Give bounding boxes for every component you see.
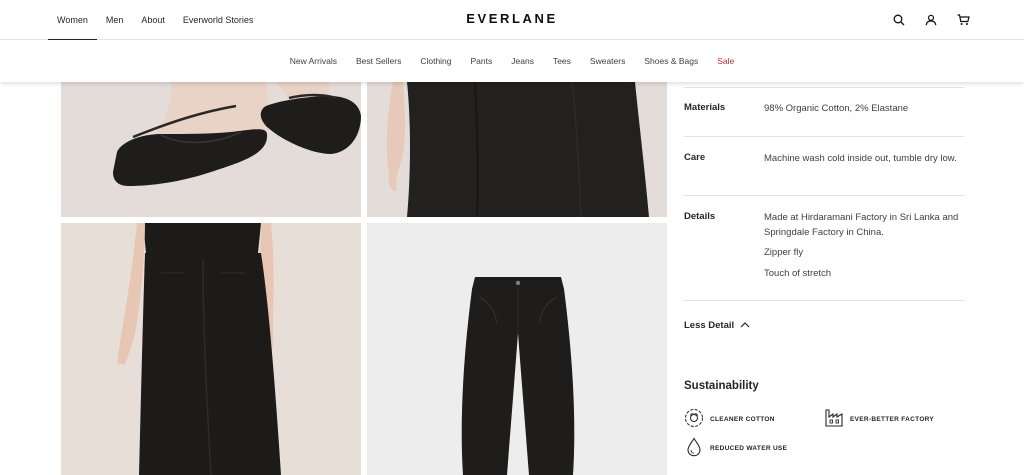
subnav-clothing[interactable]: Clothing bbox=[411, 56, 461, 66]
details-label: Details bbox=[684, 211, 716, 222]
chevron-up-icon bbox=[740, 320, 750, 331]
divider bbox=[684, 300, 964, 301]
primary-nav: Women Men About Everworld Stories bbox=[48, 0, 263, 41]
details-factory: Made at Hirdaramani Factory in Sri Lanka… bbox=[764, 212, 959, 238]
search-icon[interactable] bbox=[890, 11, 908, 29]
cotton-icon bbox=[684, 408, 704, 430]
subnav-sweaters[interactable]: Sweaters bbox=[580, 56, 634, 66]
top-header: Women Men About Everworld Stories EVERLA… bbox=[0, 0, 1024, 41]
divider bbox=[684, 87, 964, 88]
care-label: Care bbox=[684, 152, 706, 163]
sustainability-title: Sustainability bbox=[684, 380, 759, 392]
subnav-new-arrivals[interactable]: New Arrivals bbox=[280, 56, 346, 66]
cart-icon[interactable] bbox=[954, 11, 972, 29]
subnav-shoes-bags[interactable]: Shoes & Bags bbox=[635, 56, 708, 66]
nav-women[interactable]: Women bbox=[48, 0, 97, 41]
pants-closeup-photo[interactable] bbox=[367, 82, 667, 217]
factory-icon bbox=[824, 408, 844, 430]
subnav-sale[interactable]: Sale bbox=[708, 56, 744, 66]
care-value: Machine wash cold inside out, tumble dry… bbox=[764, 153, 957, 164]
water-drop-icon bbox=[684, 437, 704, 459]
less-detail-label: Less Detail bbox=[684, 320, 735, 331]
subnav-tees[interactable]: Tees bbox=[543, 56, 580, 66]
nav-about[interactable]: About bbox=[132, 0, 174, 40]
badge-cleaner-cotton-label: CLEANER COTTON bbox=[710, 415, 775, 423]
category-nav: New Arrivals Best Sellers Clothing Pants… bbox=[0, 40, 1024, 82]
divider bbox=[684, 195, 964, 196]
shoes-photo[interactable] bbox=[61, 82, 361, 217]
account-icon[interactable] bbox=[922, 11, 940, 29]
badge-ever-better-factory-label: EVER-BETTER FACTORY bbox=[850, 415, 935, 423]
materials-label: Materials bbox=[684, 102, 726, 113]
less-detail-toggle[interactable]: Less Detail bbox=[684, 320, 750, 331]
subnav-jeans[interactable]: Jeans bbox=[502, 56, 544, 66]
brand-logo[interactable]: EVERLANE bbox=[466, 11, 558, 26]
materials-value: 98% Organic Cotton, 2% Elastane bbox=[764, 103, 909, 114]
badge-reduced-water-use: REDUCED WATER USE bbox=[684, 437, 787, 459]
nav-everworld-stories[interactable]: Everworld Stories bbox=[174, 0, 263, 40]
badge-ever-better-factory: EVER-BETTER FACTORY bbox=[824, 408, 934, 430]
details-stretch: Touch of stretch bbox=[764, 267, 832, 279]
subnav-pants[interactable]: Pants bbox=[461, 56, 502, 66]
pants-flat-photo[interactable] bbox=[367, 223, 667, 475]
badge-reduced-water-use-label: REDUCED WATER USE bbox=[710, 444, 788, 452]
pants-back-photo[interactable] bbox=[61, 223, 361, 475]
details-values: Made at Hirdaramani Factory in Sri Lanka… bbox=[764, 211, 964, 281]
badge-cleaner-cotton: CLEANER COTTON bbox=[684, 408, 775, 430]
nav-men[interactable]: Men bbox=[97, 0, 133, 40]
details-zipper: Zipper fly bbox=[764, 247, 804, 258]
subnav-best-sellers[interactable]: Best Sellers bbox=[346, 56, 410, 66]
divider bbox=[684, 136, 964, 137]
